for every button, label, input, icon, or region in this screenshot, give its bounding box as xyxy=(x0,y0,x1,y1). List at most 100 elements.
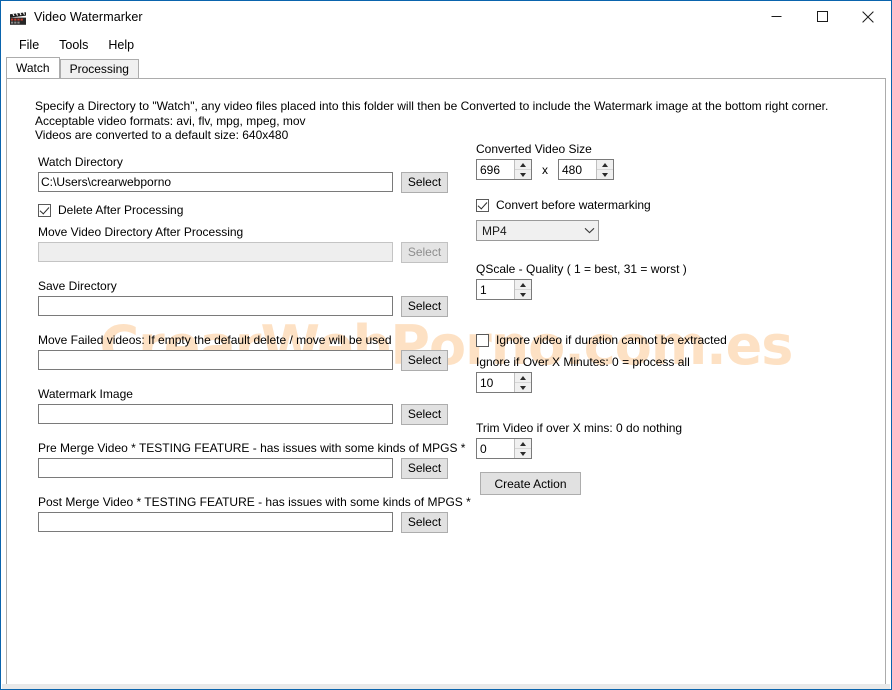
qscale-increment-button[interactable] xyxy=(515,280,531,289)
chevron-down-icon xyxy=(581,227,598,234)
output-format-select[interactable]: MP4 xyxy=(476,220,599,241)
ignore-duration-label: Ignore video if duration cannot be extra… xyxy=(496,333,727,347)
intro-line-3: Videos are converted to a default size: … xyxy=(35,128,289,142)
pre-merge-video-input[interactable] xyxy=(38,458,393,478)
trim-video-stepper[interactable] xyxy=(476,438,532,459)
clapperboard-icon xyxy=(9,9,27,27)
application-window: Video Watermarker File Tools Help Watch … xyxy=(0,0,892,690)
chevron-up-icon xyxy=(520,162,526,167)
trim-video-label: Trim Video if over X mins: 0 do nothing xyxy=(476,421,683,435)
tab-watch[interactable]: Watch xyxy=(6,57,60,78)
post-merge-video-input[interactable] xyxy=(38,512,393,532)
pre-merge-video-label: Pre Merge Video * TESTING FEATURE - has … xyxy=(38,441,466,455)
converted-height-spin-buttons[interactable] xyxy=(596,160,613,179)
converted-width-spin-buttons[interactable] xyxy=(514,160,531,179)
watermark-image-select-button[interactable]: Select xyxy=(401,404,448,425)
move-video-directory-label: Move Video Directory After Processing xyxy=(38,225,244,239)
convert-before-watermarking-row[interactable]: Convert before watermarking xyxy=(476,198,776,212)
chevron-up-icon xyxy=(520,375,526,380)
trim-video-decrement-button[interactable] xyxy=(515,448,531,458)
intro-line-2: Acceptable video formats: avi, flv, mpg,… xyxy=(35,113,306,128)
title-bar: Video Watermarker xyxy=(1,1,891,33)
converted-video-size-label: Converted Video Size xyxy=(476,142,592,156)
convert-before-watermarking-label: Convert before watermarking xyxy=(496,198,651,212)
ignore-over-minutes-label: Ignore if Over X Minutes: 0 = process al… xyxy=(476,355,690,369)
save-directory-select-button[interactable]: Select xyxy=(401,296,448,317)
ignore-over-minutes-decrement-button[interactable] xyxy=(515,382,531,392)
intro-description: Specify a Directory to "Watch", any vide… xyxy=(35,99,828,143)
delete-after-processing-checkbox[interactable] xyxy=(38,203,51,217)
watermark-image-label: Watermark Image xyxy=(38,387,133,401)
move-failed-videos-label: Move Failed videos: If empty the default… xyxy=(38,333,392,347)
tab-processing[interactable]: Processing xyxy=(59,59,139,78)
menu-item-tools[interactable]: Tools xyxy=(49,36,98,54)
chevron-down-icon xyxy=(520,292,526,297)
move-failed-videos-input[interactable] xyxy=(38,350,393,370)
save-directory-row: Select xyxy=(38,296,453,317)
trim-video-input[interactable] xyxy=(477,439,514,458)
converted-width-input[interactable] xyxy=(477,160,514,179)
chevron-down-icon xyxy=(520,451,526,456)
qscale-label: QScale - Quality ( 1 = best, 31 = worst … xyxy=(476,262,687,276)
menu-item-file[interactable]: File xyxy=(9,36,49,54)
post-merge-video-select-button[interactable]: Select xyxy=(401,512,448,533)
move-video-directory-row: Select xyxy=(38,242,453,263)
maximize-button[interactable] xyxy=(799,1,845,32)
delete-after-processing-row[interactable]: Delete After Processing xyxy=(38,203,453,217)
converted-height-input[interactable] xyxy=(559,160,596,179)
window-title: Video Watermarker xyxy=(34,9,143,24)
converted-height-stepper[interactable] xyxy=(558,159,614,180)
trim-video-spin-buttons[interactable] xyxy=(514,439,531,458)
ignore-over-minutes-stepper[interactable] xyxy=(476,372,532,393)
pre-merge-video-select-button[interactable]: Select xyxy=(401,458,448,479)
output-format-value: MP4 xyxy=(482,223,507,238)
watermark-image-input[interactable] xyxy=(38,404,393,424)
minimize-icon xyxy=(771,16,781,17)
right-column: Converted Video Size x xyxy=(476,142,776,495)
move-video-directory-select-button[interactable]: Select xyxy=(401,242,448,263)
chevron-up-icon xyxy=(520,441,526,446)
chevron-up-icon xyxy=(520,282,526,287)
delete-after-processing-label: Delete After Processing xyxy=(58,203,184,217)
watermark-image-row: Select xyxy=(38,404,453,425)
chevron-down-icon xyxy=(520,172,526,177)
window-bottom-strip xyxy=(2,684,890,689)
converted-width-stepper[interactable] xyxy=(476,159,532,180)
watch-directory-input[interactable] xyxy=(38,172,393,192)
close-button[interactable] xyxy=(845,1,891,32)
trim-video-increment-button[interactable] xyxy=(515,439,531,448)
qscale-input[interactable] xyxy=(477,280,514,299)
size-separator: x xyxy=(542,162,548,177)
watch-directory-row: Select xyxy=(38,172,453,193)
ignore-over-minutes-spin-buttons[interactable] xyxy=(514,373,531,392)
window-controls xyxy=(753,1,891,32)
qscale-stepper[interactable] xyxy=(476,279,532,300)
intro-line-1: Specify a Directory to "Watch", any vide… xyxy=(35,99,829,113)
ignore-duration-row[interactable]: Ignore video if duration cannot be extra… xyxy=(476,333,776,347)
qscale-spin-buttons[interactable] xyxy=(514,280,531,299)
converted-height-decrement-button[interactable] xyxy=(597,169,613,179)
chevron-down-icon xyxy=(520,385,526,390)
ignore-over-minutes-increment-button[interactable] xyxy=(515,373,531,382)
menu-item-help[interactable]: Help xyxy=(98,36,144,54)
save-directory-input[interactable] xyxy=(38,296,393,316)
left-column: Watch Directory Select Delete After Proc… xyxy=(38,155,471,533)
converted-width-increment-button[interactable] xyxy=(515,160,531,169)
post-merge-video-row: Select xyxy=(38,512,453,533)
convert-before-watermarking-checkbox[interactable] xyxy=(476,198,489,212)
move-failed-videos-select-button[interactable]: Select xyxy=(401,350,448,371)
minimize-button[interactable] xyxy=(753,1,799,32)
converted-height-increment-button[interactable] xyxy=(597,160,613,169)
converted-width-decrement-button[interactable] xyxy=(515,169,531,179)
tab-strip: Watch Processing xyxy=(6,56,886,78)
chevron-up-icon xyxy=(602,162,608,167)
maximize-icon xyxy=(816,11,828,22)
qscale-decrement-button[interactable] xyxy=(515,289,531,299)
create-action-button[interactable]: Create Action xyxy=(480,472,581,495)
pre-merge-video-row: Select xyxy=(38,458,453,479)
ignore-duration-checkbox[interactable] xyxy=(476,333,489,347)
watch-directory-select-button[interactable]: Select xyxy=(401,172,448,193)
move-video-directory-input[interactable] xyxy=(38,242,393,262)
ignore-over-minutes-input[interactable] xyxy=(477,373,514,392)
watch-directory-label: Watch Directory xyxy=(38,155,123,169)
